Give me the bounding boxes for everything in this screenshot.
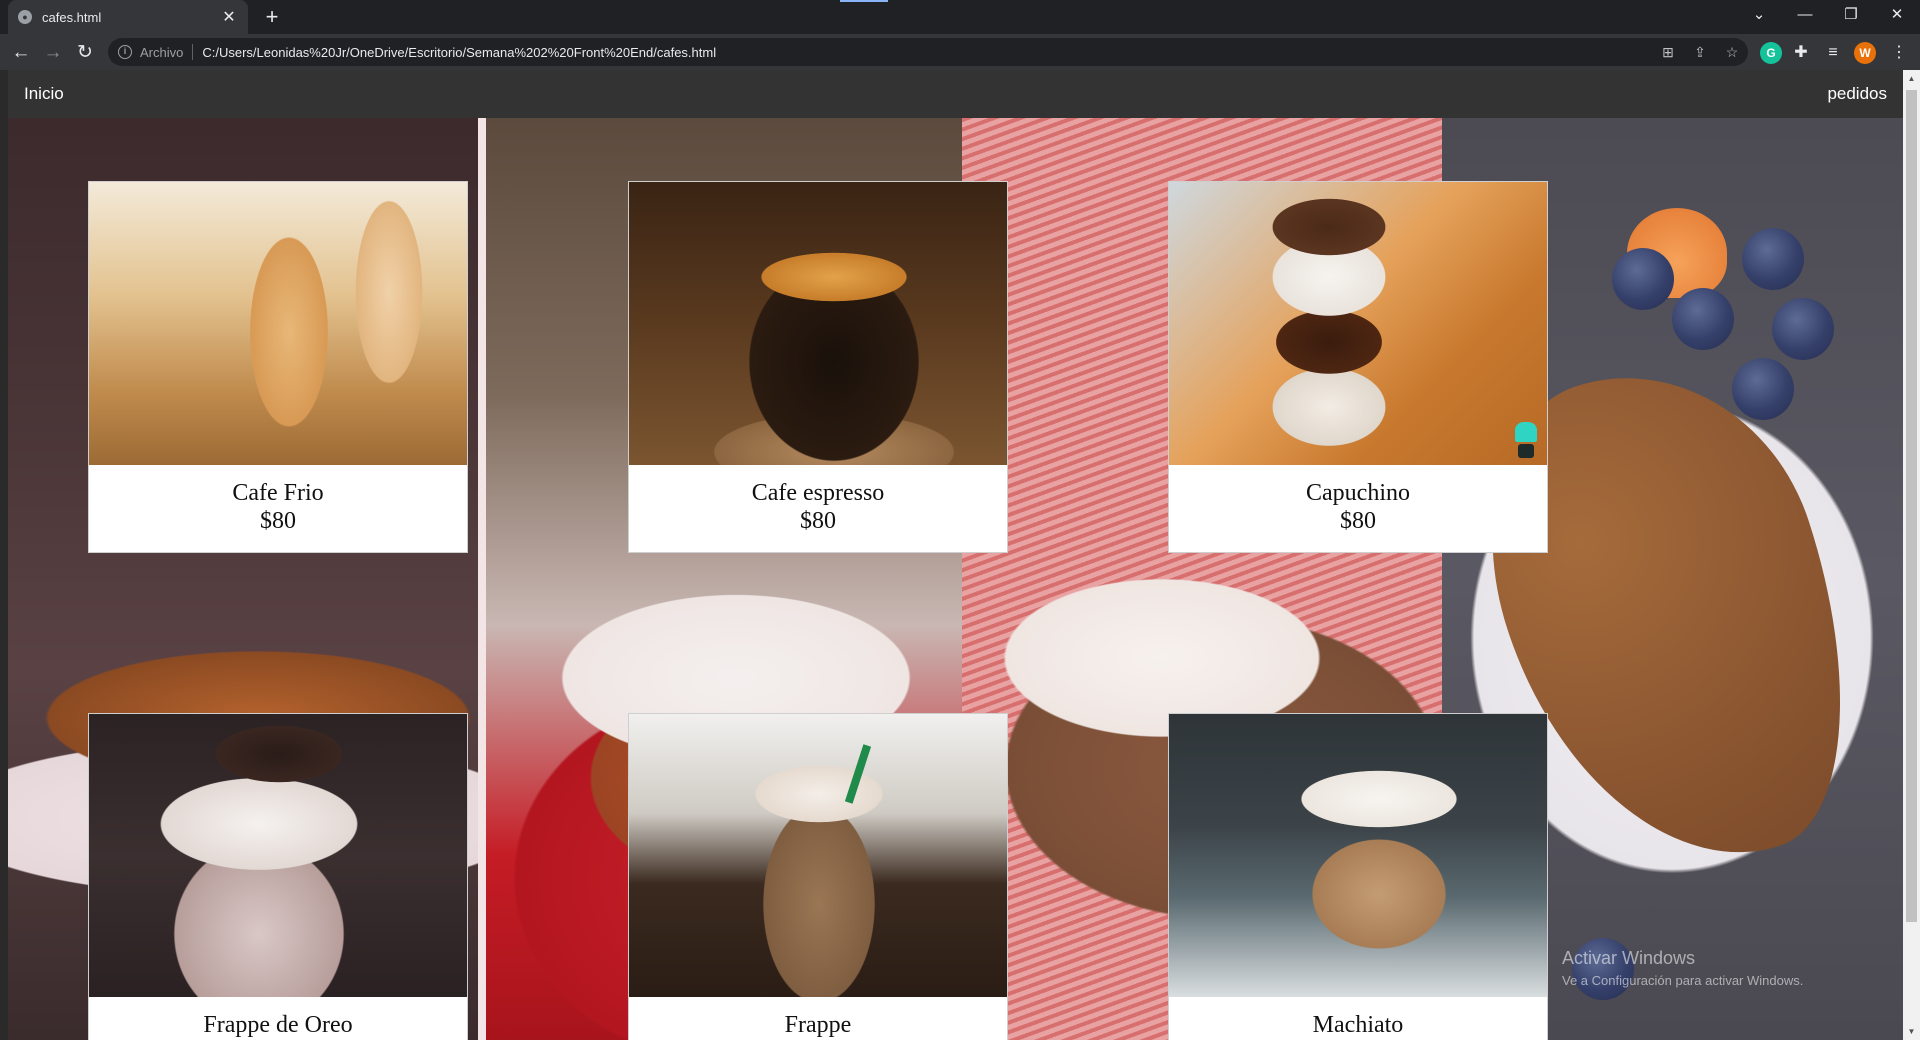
product-caption: Capuchino $80 [1169,465,1547,552]
product-card[interactable]: Machiato [1168,713,1548,1040]
url-text[interactable]: C:/Users/Leonidas%20Jr/OneDrive/Escritor… [202,45,716,60]
blueberry [1742,228,1804,290]
product-photo-frappe-de-oreo [89,714,467,997]
restore-icon[interactable]: ❐ [1828,0,1874,30]
blueberry [1772,298,1834,360]
watermark-title: Activar Windows [1562,948,1696,968]
product-name: Cafe espresso [751,480,885,506]
product-photo-capuchino [1169,182,1547,465]
product-card[interactable]: Capuchino $80 [1168,181,1548,553]
chef-hat-icon [1515,422,1537,458]
scheme-label: Archivo [140,44,184,60]
menu-kebab-icon[interactable]: ⋮ [1886,40,1912,66]
reload-icon[interactable]: ↻ [72,40,98,66]
product-photo-cafe-espresso [629,182,1007,465]
profile-avatar[interactable]: W [1854,42,1876,64]
product-price: $80 [260,508,296,534]
product-caption: Machiato [1169,997,1547,1040]
divider [192,44,194,60]
loading-indicator [840,0,888,2]
grammarly-extension-icon[interactable]: G [1760,42,1782,64]
product-name: Frappe [784,1012,852,1038]
product-name: Frappe de Oreo [203,1012,353,1038]
bookmark-star-icon[interactable]: ☆ [1716,44,1748,61]
product-card[interactable]: Cafe Frio $80 [88,181,468,553]
product-price: $80 [800,508,836,534]
close-tab-icon[interactable]: ✕ [220,7,238,27]
back-icon[interactable]: ← [8,40,34,66]
vertical-scrollbar[interactable]: ▲ ▼ [1903,70,1920,1040]
product-card[interactable]: Frappe [628,713,1008,1040]
page-viewport: Inicio pedidos Cafe Frio $80 Cafe espres… [0,70,1920,1040]
new-tab-button[interactable]: + [258,4,286,30]
product-photo-frappe [629,714,1007,997]
product-caption: Cafe Frio $80 [89,465,467,552]
product-photo-cafe-frio [89,182,467,465]
product-photo-machiato [1169,714,1547,997]
nav-link-pedidos[interactable]: pedidos [1827,84,1887,104]
tab-strip: ● cafes.html ✕ + ⌄ — ❐ ✕ [0,0,1920,34]
page-edge [0,70,8,1040]
tab-title: cafes.html [42,9,102,25]
product-caption: Frappe de Oreo [89,997,467,1040]
product-name: Capuchino [1306,480,1410,506]
tab-search-icon[interactable]: ⌄ [1736,0,1782,30]
extensions-puzzle-icon[interactable]: ✚ [1788,40,1814,66]
scroll-down-arrow-icon[interactable]: ▼ [1903,1023,1920,1040]
blueberry [1612,248,1674,310]
straw [844,744,872,804]
product-price: $80 [1340,508,1376,534]
translate-icon[interactable]: ⊞ [1652,44,1684,61]
product-card[interactable]: Cafe espresso $80 [628,181,1008,553]
close-window-icon[interactable]: ✕ [1874,0,1920,30]
page-navbar: Inicio pedidos [8,70,1903,118]
address-bar[interactable]: i Archivo C:/Users/Leonidas%20Jr/OneDriv… [108,38,1748,66]
product-card[interactable]: Frappe de Oreo [88,713,468,1040]
scrollbar-thumb[interactable] [1906,90,1917,922]
info-icon[interactable]: i [118,45,132,59]
product-name: Machiato [1312,1012,1404,1038]
browser-tab[interactable]: ● cafes.html ✕ [8,0,248,34]
reading-list-icon[interactable]: ≡ [1820,40,1846,66]
product-caption: Cafe espresso $80 [629,465,1007,552]
windows-activation-watermark: Activar Windows Ve a Configuración para … [1562,948,1803,988]
share-icon[interactable]: ⇪ [1684,44,1716,61]
nav-link-inicio[interactable]: Inicio [24,84,64,104]
globe-icon: ● [18,10,32,24]
watermark-subtitle: Ve a Configuración para activar Windows. [1562,973,1804,988]
product-name: Cafe Frio [232,480,324,506]
scroll-up-arrow-icon[interactable]: ▲ [1903,70,1920,87]
background-divider [478,118,486,1040]
forward-icon[interactable]: → [40,40,66,66]
blueberry [1672,288,1734,350]
minimize-icon[interactable]: — [1782,0,1828,30]
blueberry [1732,358,1794,420]
product-caption: Frappe [629,997,1007,1040]
browser-toolbar: ← → ↻ i Archivo C:/Users/Leonidas%20Jr/O… [0,34,1920,70]
